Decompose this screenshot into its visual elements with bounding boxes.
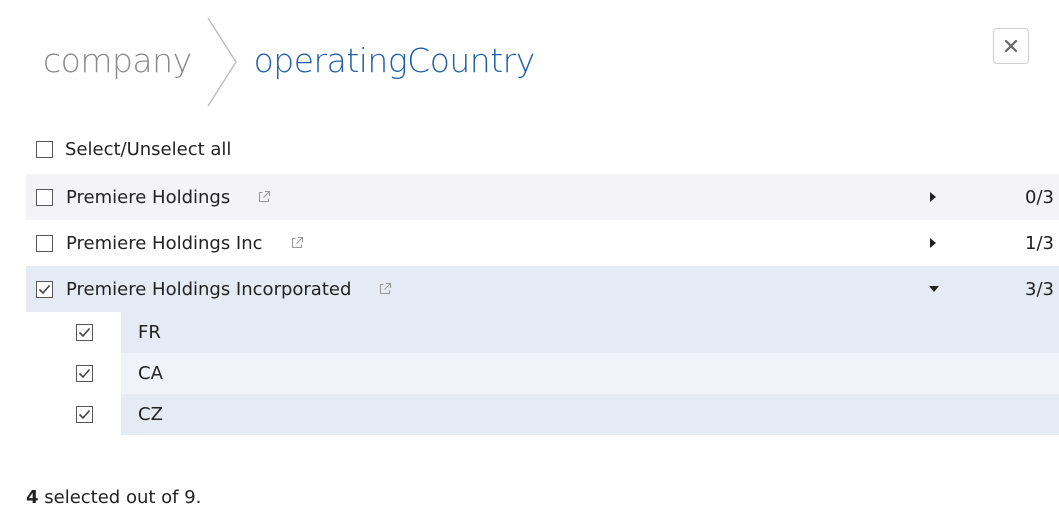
external-link-icon[interactable] xyxy=(256,189,272,205)
external-link-icon[interactable] xyxy=(377,281,393,297)
close-icon xyxy=(1004,39,1018,53)
selected-count: 4 xyxy=(26,487,39,508)
selection-summary: 4 selected out of 9. xyxy=(26,487,201,508)
summary-text: selected out of 9. xyxy=(38,487,202,508)
caret-right-icon[interactable] xyxy=(928,191,938,203)
child-checkbox[interactable] xyxy=(76,365,93,382)
group-row[interactable]: Premiere Holdings 0/3 xyxy=(26,174,1059,220)
filter-panel: company operatingCountry Select/Unselect… xyxy=(0,0,1059,520)
select-all-checkbox[interactable] xyxy=(36,140,53,158)
child-checkbox[interactable] xyxy=(76,406,93,423)
checkmark-icon xyxy=(38,284,51,294)
child-label: CZ xyxy=(138,404,163,425)
select-all-label: Select/Unselect all xyxy=(65,138,232,160)
select-all-toggle[interactable]: Select/Unselect all xyxy=(36,136,231,162)
caret-right-icon[interactable] xyxy=(928,237,938,249)
group-checkbox[interactable] xyxy=(36,280,53,298)
group-count: 1/3 xyxy=(1025,232,1054,254)
checkmark-icon xyxy=(78,409,91,420)
group-row[interactable]: Premiere Holdings Incorporated 3/3 xyxy=(26,266,1059,312)
group-count: 3/3 xyxy=(1025,278,1054,300)
breadcrumb: company operatingCountry xyxy=(43,17,1059,107)
group-row[interactable]: Premiere Holdings Inc 1/3 xyxy=(26,220,1059,266)
child-checkbox[interactable] xyxy=(76,324,93,341)
group-label: Premiere Holdings Incorporated xyxy=(66,278,352,300)
checkmark-icon xyxy=(78,327,91,338)
child-label: CA xyxy=(138,363,163,384)
external-link-icon[interactable] xyxy=(289,235,305,251)
child-item[interactable]: FR xyxy=(26,312,1059,353)
child-label: FR xyxy=(138,322,161,343)
breadcrumb-parent[interactable]: company xyxy=(43,44,192,77)
child-item[interactable]: CA xyxy=(26,353,1059,394)
breadcrumb-current: operatingCountry xyxy=(253,40,536,80)
group-list: Premiere Holdings 0/3 Premiere Holdings … xyxy=(26,174,1059,435)
caret-down-icon[interactable] xyxy=(928,284,940,294)
checkmark-icon xyxy=(78,368,91,379)
group-label: Premiere Holdings xyxy=(66,186,231,208)
group-label: Premiere Holdings Inc xyxy=(66,232,263,254)
group-checkbox[interactable] xyxy=(36,188,53,206)
child-item[interactable]: CZ xyxy=(26,394,1059,435)
group-checkbox[interactable] xyxy=(36,234,53,252)
group-count: 0/3 xyxy=(1025,186,1054,208)
breadcrumb-separator-icon xyxy=(207,17,237,107)
close-button[interactable] xyxy=(993,28,1029,64)
